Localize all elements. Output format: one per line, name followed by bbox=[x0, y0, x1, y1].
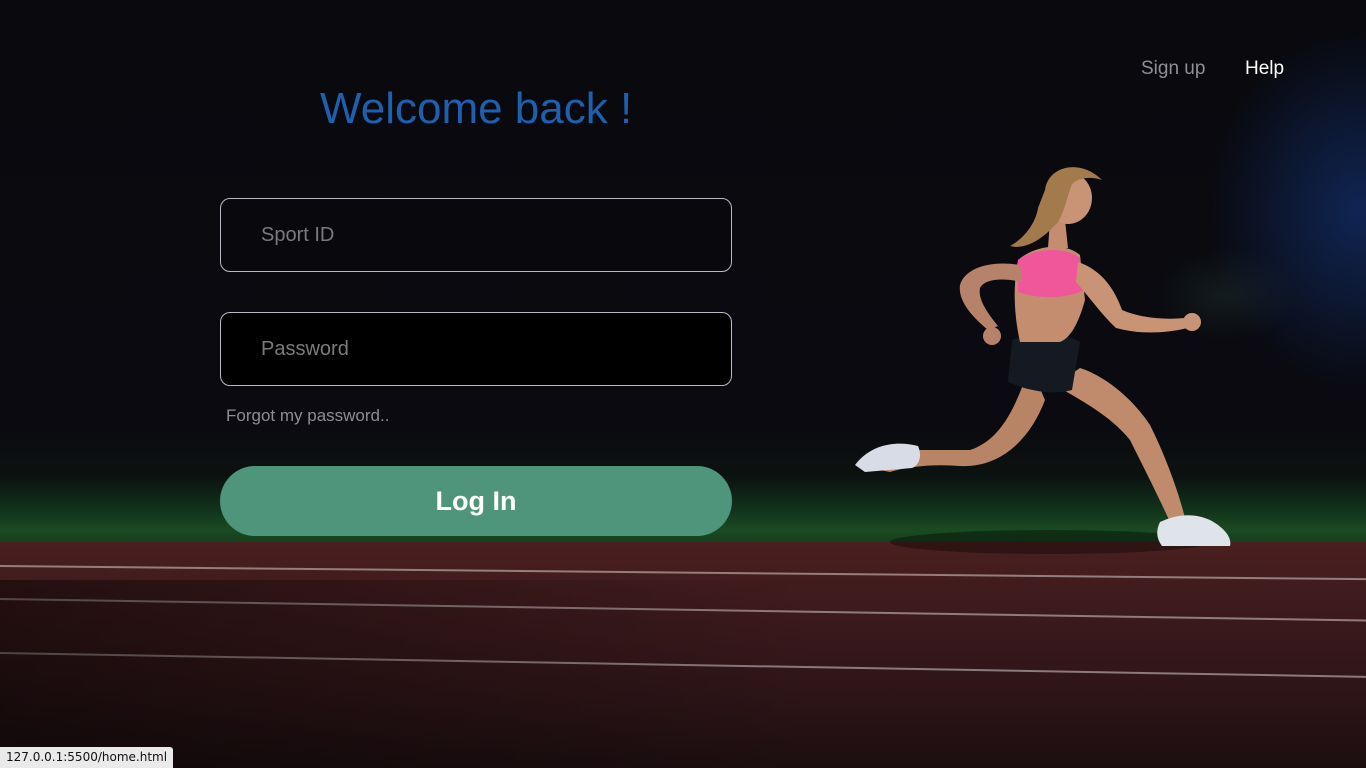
password-input[interactable] bbox=[220, 312, 732, 386]
sport-id-input[interactable] bbox=[220, 198, 732, 272]
forgot-password-link[interactable]: Forgot my password.. bbox=[226, 406, 389, 426]
signup-link[interactable]: Sign up bbox=[1141, 58, 1205, 80]
page-title: Welcome back ! bbox=[320, 84, 633, 133]
login-button[interactable]: Log In bbox=[220, 466, 732, 536]
help-link[interactable]: Help bbox=[1245, 58, 1284, 80]
runner-photo bbox=[855, 167, 1231, 554]
status-bar-url: 127.0.0.1:5500/home.html bbox=[0, 747, 174, 768]
track-shadow bbox=[0, 580, 1366, 768]
